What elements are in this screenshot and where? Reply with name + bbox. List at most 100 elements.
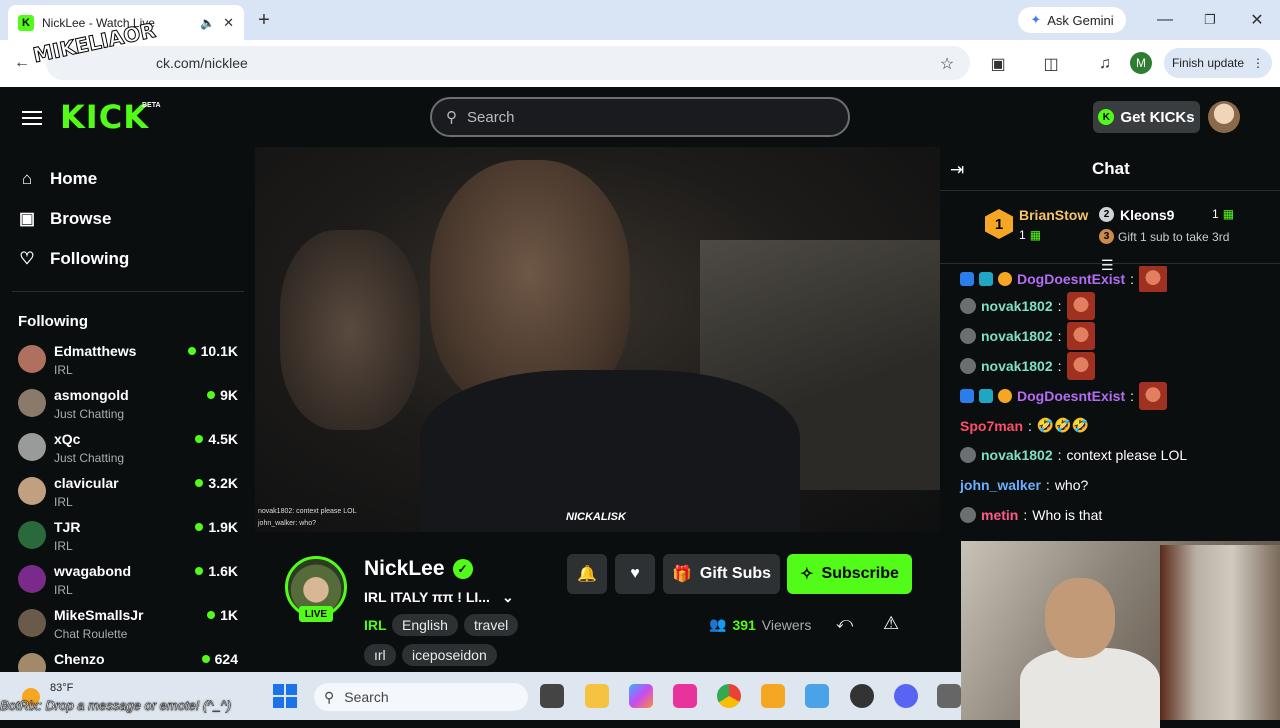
followed-channel[interactable]: xQc Just Chatting 4.5K	[18, 431, 240, 475]
finish-update-button[interactable]: Finish update ⋮	[1164, 48, 1272, 78]
chat-username[interactable]: novak1802	[981, 447, 1053, 463]
webcam-person-body	[1020, 648, 1160, 728]
followed-channel[interactable]: clavicular IRL 3.2K	[18, 475, 240, 519]
share-icon[interactable]: ⤺	[836, 615, 853, 633]
leader-third-prompt: Gift 1 sub to take 3rd	[1118, 230, 1230, 244]
window-close-icon[interactable]: ✕	[1247, 10, 1267, 30]
restore-icon[interactable]: ❐	[1200, 10, 1220, 30]
viewer-count: 10.1K	[200, 343, 238, 359]
chat-username[interactable]: metin	[981, 507, 1018, 523]
stream-tag[interactable]: iceposeidon	[402, 644, 497, 666]
followed-channel[interactable]: TJR IRL 1.9K	[18, 519, 240, 563]
chat-username[interactable]: DogDoesntExist	[1017, 388, 1125, 404]
leader-first-name[interactable]: BrianStow	[1019, 207, 1088, 223]
sub-badge-icon	[979, 272, 993, 286]
extensions-icon[interactable]: ▣	[987, 53, 1009, 75]
chrome-profile-avatar[interactable]: M	[1130, 52, 1152, 74]
gemini-sparkle-icon: ✦	[1030, 12, 1042, 27]
subscribe-button[interactable]: ✧ Subscribe	[787, 554, 912, 594]
chat-username[interactable]: DogDoesntExist	[1017, 271, 1125, 287]
follow-heart-button[interactable]: ♥	[615, 554, 655, 594]
leader-second-name[interactable]: Kleons9	[1120, 207, 1174, 223]
leader-second-count: 1 ▦	[1212, 207, 1234, 221]
followed-channel[interactable]: MikeSmallsJr Chat Roulette 1K	[18, 607, 240, 651]
botrix-overlay-message: BotRix: Drop a message or emote! (^_^)	[0, 698, 232, 713]
chat-message: novak1802: context please LOL	[960, 447, 1187, 463]
tab-close-icon[interactable]: ✕	[223, 15, 234, 31]
copilot-icon[interactable]	[629, 684, 653, 708]
followed-channel[interactable]: wvagabond IRL 1.6K	[18, 563, 240, 607]
finish-update-label: Finish update	[1171, 56, 1245, 70]
chrome-icon[interactable]	[717, 684, 741, 708]
ask-gemini-button[interactable]: ✦ Ask Gemini	[1018, 7, 1126, 33]
channel-avatar	[18, 477, 46, 505]
channel-name: asmongold	[54, 387, 129, 403]
chat-username[interactable]: john_walker	[960, 477, 1041, 493]
stream-title-text: IRL ITALY ππ ! LI...	[364, 589, 490, 605]
live-dot-icon	[195, 435, 204, 443]
lens-icon[interactable]: ◫	[1040, 53, 1062, 75]
obs-icon[interactable]	[850, 684, 874, 708]
live-dot-icon	[207, 391, 216, 399]
sidebar-divider	[12, 291, 244, 292]
chat-username[interactable]: novak1802	[981, 298, 1053, 314]
media-control-icon[interactable]: ♫	[1094, 53, 1116, 75]
channel-viewers: 10.1K	[187, 343, 238, 359]
followed-channel[interactable]: asmongold Just Chatting 9K	[18, 387, 240, 431]
report-warning-icon[interactable]: ⚠	[883, 613, 899, 634]
streamerbot-icon[interactable]	[937, 684, 961, 708]
moderator-badge-icon	[960, 389, 974, 403]
notification-bell-button[interactable]: 🔔	[567, 554, 607, 594]
chat-username[interactable]: novak1802	[981, 328, 1053, 344]
user-avatar[interactable]	[1208, 101, 1240, 133]
sourcetree-icon[interactable]	[805, 684, 829, 708]
emote-image	[1139, 382, 1168, 410]
user-avatar-icon	[960, 298, 976, 314]
search-input[interactable]: ⚲ Search	[430, 97, 850, 137]
get-kicks-button[interactable]: K Get KICKs	[1093, 101, 1200, 133]
bookmark-star-icon[interactable]: ☆	[936, 53, 958, 75]
task-view-icon[interactable]	[540, 684, 564, 708]
stream-title[interactable]: IRL ITALY ππ ! LI... ⌄	[364, 589, 514, 606]
taskbar-search[interactable]: ⚲ Search	[314, 683, 528, 711]
picsart-icon[interactable]	[673, 684, 697, 708]
file-explorer-icon[interactable]	[585, 684, 609, 708]
second-count-number: 1	[1212, 207, 1219, 221]
collapse-chat-icon[interactable]: ⇥	[950, 160, 964, 180]
stream-tag[interactable]: travel	[464, 614, 519, 636]
chat-username[interactable]: novak1802	[981, 358, 1053, 374]
stream-category-link[interactable]: IRL	[364, 617, 387, 633]
channel-name: TJR	[54, 519, 81, 535]
viewer-count: 4.5K	[208, 431, 238, 447]
gift-sub-icon: ▦	[1222, 207, 1235, 221]
new-tab-icon[interactable]: +	[254, 9, 274, 31]
stream-tag[interactable]: ırl	[364, 644, 396, 666]
stream-tag[interactable]: English	[392, 614, 458, 636]
sub-badge-icon	[979, 389, 993, 403]
followed-channel[interactable]: Edmatthews IRL 10.1K	[18, 343, 240, 387]
windows-start-icon[interactable]	[273, 684, 297, 708]
leader-first-count: 1 ▦	[1019, 228, 1041, 242]
minimize-icon[interactable]: —	[1155, 10, 1175, 30]
beta-label: BETA	[142, 102, 161, 109]
nav-browse[interactable]: ▣ Browse	[18, 209, 111, 229]
chat-username[interactable]: Spo7man	[960, 418, 1023, 434]
gifter-badge-icon	[998, 389, 1012, 403]
more-menu-icon: ⋮	[1252, 56, 1265, 70]
webcam-background-shelf	[1160, 545, 1280, 720]
kicks-coin-icon: K	[1098, 109, 1115, 125]
streamer-name[interactable]: NickLee ✓	[364, 557, 473, 581]
channel-avatar	[18, 389, 46, 417]
search-placeholder: Search	[467, 108, 515, 126]
chat-text: Who is that	[1032, 507, 1103, 523]
speaker-icon[interactable]: 🔈	[200, 16, 215, 30]
address-bar[interactable]: ck.com/nicklee	[46, 46, 970, 80]
followed-channel[interactable]: Chenzo 624	[18, 651, 240, 672]
gift-subs-button[interactable]: 🎁 Gift Subs	[663, 554, 780, 594]
discord-icon[interactable]	[894, 684, 918, 708]
nav-following[interactable]: ♡ Following	[18, 249, 129, 269]
channel-name: xQc	[54, 431, 81, 447]
nav-home[interactable]: ⌂ Home	[18, 169, 97, 189]
brightness-app-icon[interactable]	[761, 684, 785, 708]
weather-temperature[interactable]: 83°F	[50, 682, 73, 694]
